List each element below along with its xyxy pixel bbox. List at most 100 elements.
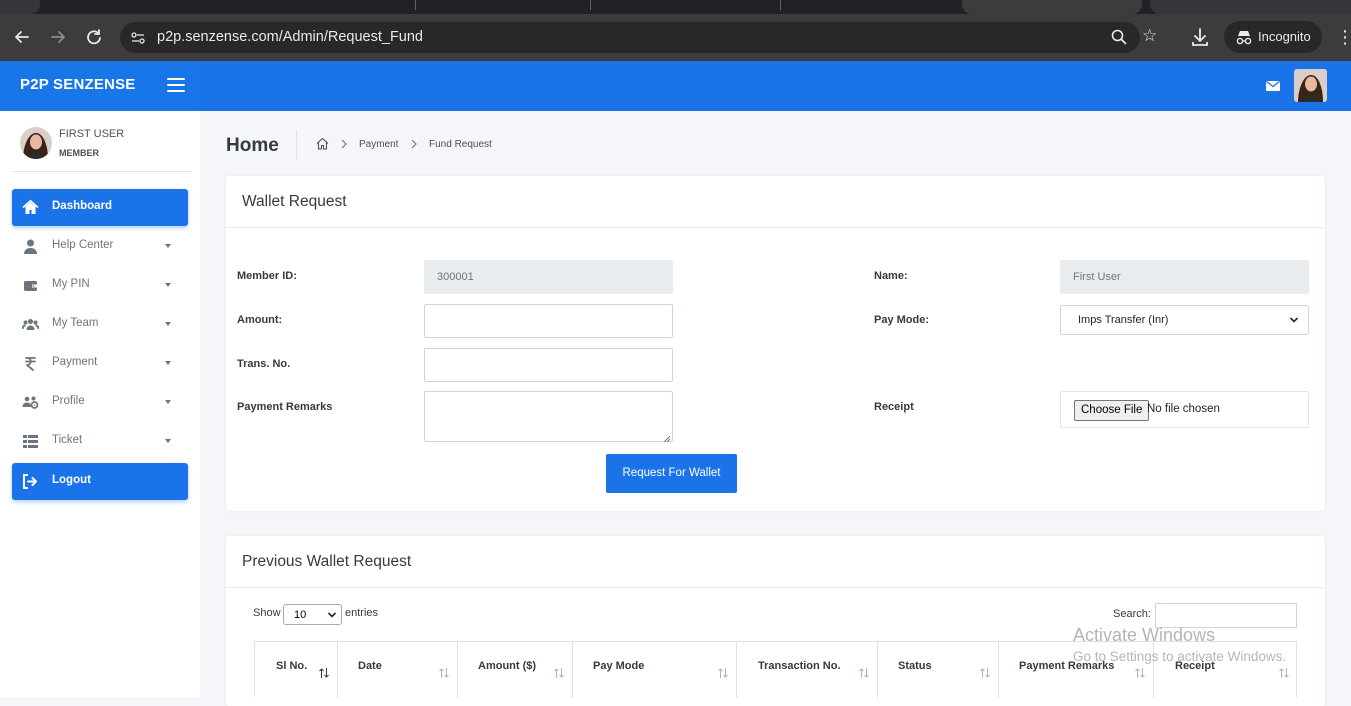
column-label: Transaction No. — [758, 660, 841, 672]
column-label: Status — [898, 660, 932, 672]
member-id-field: 300001 — [424, 260, 673, 294]
url-text[interactable]: p2p.senzense.com/Admin/Request_Fund — [157, 29, 423, 45]
rupee-icon — [22, 355, 39, 372]
breadcrumb-item-fund-request: Fund Request — [429, 139, 492, 150]
trans-no-label: Trans. No. — [237, 358, 291, 370]
column-header-date[interactable]: Date — [338, 642, 458, 698]
sidebar-user-panel: FIRST USER MEMBER — [12, 111, 192, 172]
choose-file-button[interactable]: Choose File — [1074, 400, 1150, 421]
pay-mode-select[interactable]: Imps Transfer (Inr) — [1060, 305, 1309, 335]
home-icon[interactable] — [316, 137, 329, 150]
envelope-icon[interactable] — [1266, 79, 1280, 91]
sidebar-item-payment[interactable]: Payment — [12, 345, 188, 382]
pay-mode-label: Pay Mode: — [874, 314, 930, 326]
sidebar-user-name: FIRST USER — [59, 128, 125, 140]
tab-separator — [415, 0, 416, 10]
column-label: Pay Mode — [593, 660, 645, 672]
bookmark-star-icon[interactable]: ☆ — [1142, 27, 1160, 45]
browser-menu-icon[interactable]: ⋮ — [1336, 26, 1351, 48]
incognito-indicator[interactable]: Incognito — [1224, 21, 1322, 53]
reload-icon[interactable] — [83, 26, 105, 48]
card-title: Previous Wallet Request — [242, 553, 412, 570]
sort-icon — [858, 667, 870, 679]
name-field: First User — [1060, 260, 1309, 294]
chevron-down-icon — [165, 439, 171, 443]
column-header-amount[interactable]: Amount ($) — [458, 642, 573, 698]
header-divider — [296, 130, 297, 160]
sidebar-item-logout[interactable]: Logout — [12, 463, 188, 500]
payment-remarks-textarea[interactable] — [424, 391, 673, 443]
sidebar-item-label: Help Center — [52, 239, 114, 251]
sidebar-item-label: Dashboard — [52, 200, 113, 212]
table-header-row: Sl No. Date Amount ($) Pay Mode Transact… — [254, 641, 1298, 698]
column-header-pay-mode[interactable]: Pay Mode — [573, 642, 737, 698]
card-title: Wallet Request — [242, 193, 347, 210]
sort-icon — [318, 667, 330, 679]
sidebar-item-dashboard[interactable]: Dashboard — [12, 189, 188, 226]
sort-icon — [979, 667, 991, 679]
amount-field[interactable] — [424, 304, 673, 338]
column-header-receipt[interactable]: Receipt — [1154, 642, 1298, 698]
file-status-text: No file chosen — [1147, 403, 1220, 415]
transaction-number-field[interactable] — [424, 348, 673, 382]
sort-icon — [438, 667, 450, 679]
top-navbar — [200, 61, 1351, 111]
sidebar-item-my-team[interactable]: My Team — [12, 306, 188, 343]
brand-bar: P2P SENZENSE — [0, 61, 200, 111]
receipt-label: Receipt — [874, 401, 914, 413]
chevron-right-icon — [340, 139, 348, 149]
sidebar-item-label: Payment — [52, 356, 98, 368]
address-bar[interactable]: p2p.senzense.com/Admin/Request_Fund ☆ — [120, 22, 1157, 53]
sidebar-item-my-pin[interactable]: My PIN — [12, 267, 188, 304]
table-search-input[interactable] — [1155, 603, 1297, 628]
request-for-wallet-button[interactable]: Request For Wallet — [606, 454, 737, 493]
browser-tab-strip — [0, 0, 1351, 14]
browser-tab-active[interactable] — [962, 0, 1142, 14]
table-icon — [22, 433, 39, 450]
sidebar-item-label: My PIN — [52, 278, 90, 290]
chevron-down-icon — [165, 283, 171, 287]
breadcrumb-item-payment[interactable]: Payment — [359, 139, 398, 150]
team-icon — [21, 316, 40, 333]
column-header-status[interactable]: Status — [878, 642, 999, 698]
tab-separator — [780, 0, 781, 10]
column-header-sl-no[interactable]: Sl No. — [255, 642, 338, 698]
users-cog-icon — [22, 394, 39, 411]
column-header-transaction-no[interactable]: Transaction No. — [737, 642, 878, 698]
site-settings-icon[interactable] — [130, 30, 146, 46]
chevron-down-icon — [165, 244, 171, 248]
hamburger-menu-icon[interactable] — [167, 78, 185, 94]
search-icon[interactable] — [1110, 28, 1128, 46]
tab-separator — [590, 0, 591, 10]
wallet-request-card: Wallet Request — [226, 176, 1325, 511]
sidebar-item-label: Logout — [52, 474, 91, 486]
receipt-file-input[interactable]: Choose File No file chosen — [1060, 391, 1309, 428]
browser-tab[interactable] — [0, 0, 40, 14]
sidebar-item-help-center[interactable]: Help Center — [12, 228, 188, 265]
resize-handle-icon[interactable] — [663, 433, 671, 443]
pay-mode-value: Imps Transfer (Inr) — [1078, 314, 1169, 326]
brand-logo-text[interactable]: P2P SENZENSE — [20, 76, 136, 93]
column-label: Sl No. — [276, 660, 308, 672]
search-label: Search: — [1113, 608, 1151, 620]
amount-label: Amount: — [237, 314, 283, 326]
sort-icon — [1278, 667, 1290, 679]
user-icon — [22, 238, 39, 255]
forward-icon[interactable] — [47, 26, 69, 48]
chevron-down-icon — [165, 361, 171, 365]
sidebar-item-ticket[interactable]: Ticket — [12, 423, 188, 460]
download-icon[interactable] — [1190, 26, 1210, 48]
entries-label: entries — [345, 607, 379, 619]
column-header-payment-remarks[interactable]: Payment Remarks — [999, 642, 1154, 698]
user-avatar[interactable] — [1294, 69, 1327, 102]
sort-icon — [717, 667, 729, 679]
back-icon[interactable] — [11, 26, 33, 48]
incognito-icon — [1235, 29, 1253, 45]
page-size-select[interactable]: 10 — [283, 604, 342, 625]
sort-icon — [1134, 667, 1146, 679]
sign-out-icon — [22, 473, 39, 490]
sidebar-item-profile[interactable]: Profile — [12, 384, 188, 421]
name-label: Name: — [874, 270, 908, 282]
wallet-icon — [22, 277, 39, 294]
browser-tab[interactable] — [1150, 0, 1351, 14]
